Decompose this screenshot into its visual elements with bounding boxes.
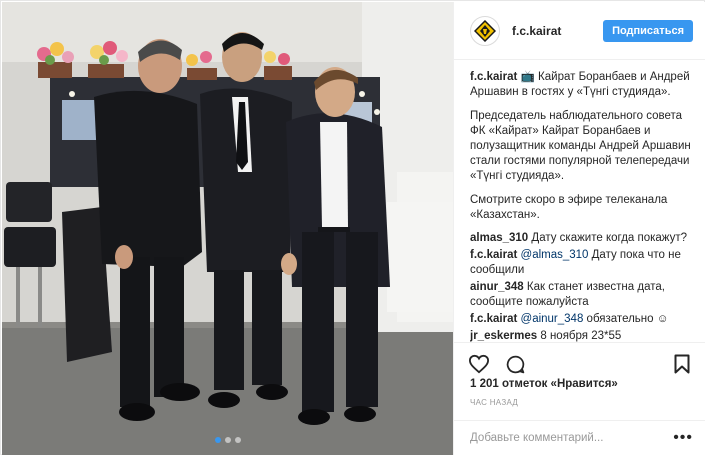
- comment-button[interactable]: [504, 353, 526, 375]
- caption-paragraph: Смотрите скоро в эфире телеканала «Казах…: [470, 194, 668, 221]
- comment-mention[interactable]: @almas_310: [521, 249, 589, 261]
- carousel-dot-active[interactable]: [214, 437, 221, 443]
- heart-icon: [468, 354, 490, 374]
- more-icon[interactable]: •••: [673, 429, 693, 447]
- comment-item: f.c.kairat @almas_310 Дату пока что не с…: [470, 248, 693, 278]
- comment-username[interactable]: jr_eskermes: [470, 330, 537, 342]
- post-timestamp[interactable]: ЧАС НАЗАД: [470, 398, 518, 407]
- comment-item: almas_310 Дату скажите когда покажут?: [470, 231, 693, 246]
- follow-button[interactable]: Подписаться: [603, 19, 693, 42]
- likes-label: отметок «Нравится»: [501, 378, 618, 390]
- post-photo[interactable]: [2, 2, 453, 455]
- comment-item: jr_eskermes 8 ноября 23*55: [470, 329, 693, 342]
- header-username[interactable]: f.c.kairat: [512, 24, 561, 38]
- comment-text: Дату скажите когда покажут?: [531, 232, 688, 244]
- comment-username[interactable]: almas_310: [470, 232, 528, 244]
- like-button[interactable]: [468, 353, 490, 375]
- comment-username[interactable]: f.c.kairat: [470, 313, 517, 325]
- photo-illustration: [2, 2, 453, 455]
- comment-text: обязательно ☺: [583, 313, 669, 325]
- carousel-dot[interactable]: [234, 437, 241, 443]
- comment-item: f.c.kairat @ainur_348 обязательно ☺: [470, 312, 693, 327]
- comment-item: ainur_348 Как станет известна дата, сооб…: [470, 280, 693, 310]
- comment-mention[interactable]: @ainur_348: [521, 313, 584, 325]
- comment-icon: [506, 355, 524, 373]
- comment-input[interactable]: [470, 432, 673, 444]
- post-header: f.c.kairat Подписаться: [454, 2, 705, 60]
- caption-paragraph: Председатель наблюдательного совета ФК «…: [470, 110, 691, 182]
- save-button[interactable]: [671, 353, 693, 375]
- post-sidebar: f.c.kairat Подписаться f.c.kairat 📺 Кайр…: [453, 2, 705, 455]
- profile-avatar[interactable]: [470, 15, 500, 46]
- likes-number: 1 201: [470, 378, 499, 390]
- instagram-post: f.c.kairat Подписаться f.c.kairat 📺 Кайр…: [0, 0, 705, 455]
- add-comment-bar: •••: [454, 420, 705, 455]
- carousel-dot[interactable]: [224, 437, 231, 443]
- tv-emoji-icon: 📺: [520, 71, 535, 83]
- bookmark-icon: [674, 354, 690, 374]
- comment-text: 8 ноября 23*55: [540, 330, 622, 342]
- likes-count[interactable]: 1 201 отметок «Нравится»: [470, 378, 618, 390]
- kairat-logo-icon: [474, 19, 496, 42]
- comment-username[interactable]: f.c.kairat: [470, 249, 517, 261]
- carousel-indicator: [2, 437, 453, 443]
- caption-username[interactable]: f.c.kairat: [470, 71, 517, 83]
- comment-list: f.c.kairat 📺 Кайрат Боранбаев и Андрей А…: [470, 70, 693, 342]
- caption: f.c.kairat 📺 Кайрат Боранбаев и Андрей А…: [470, 70, 693, 223]
- comment-username[interactable]: ainur_348: [470, 281, 524, 293]
